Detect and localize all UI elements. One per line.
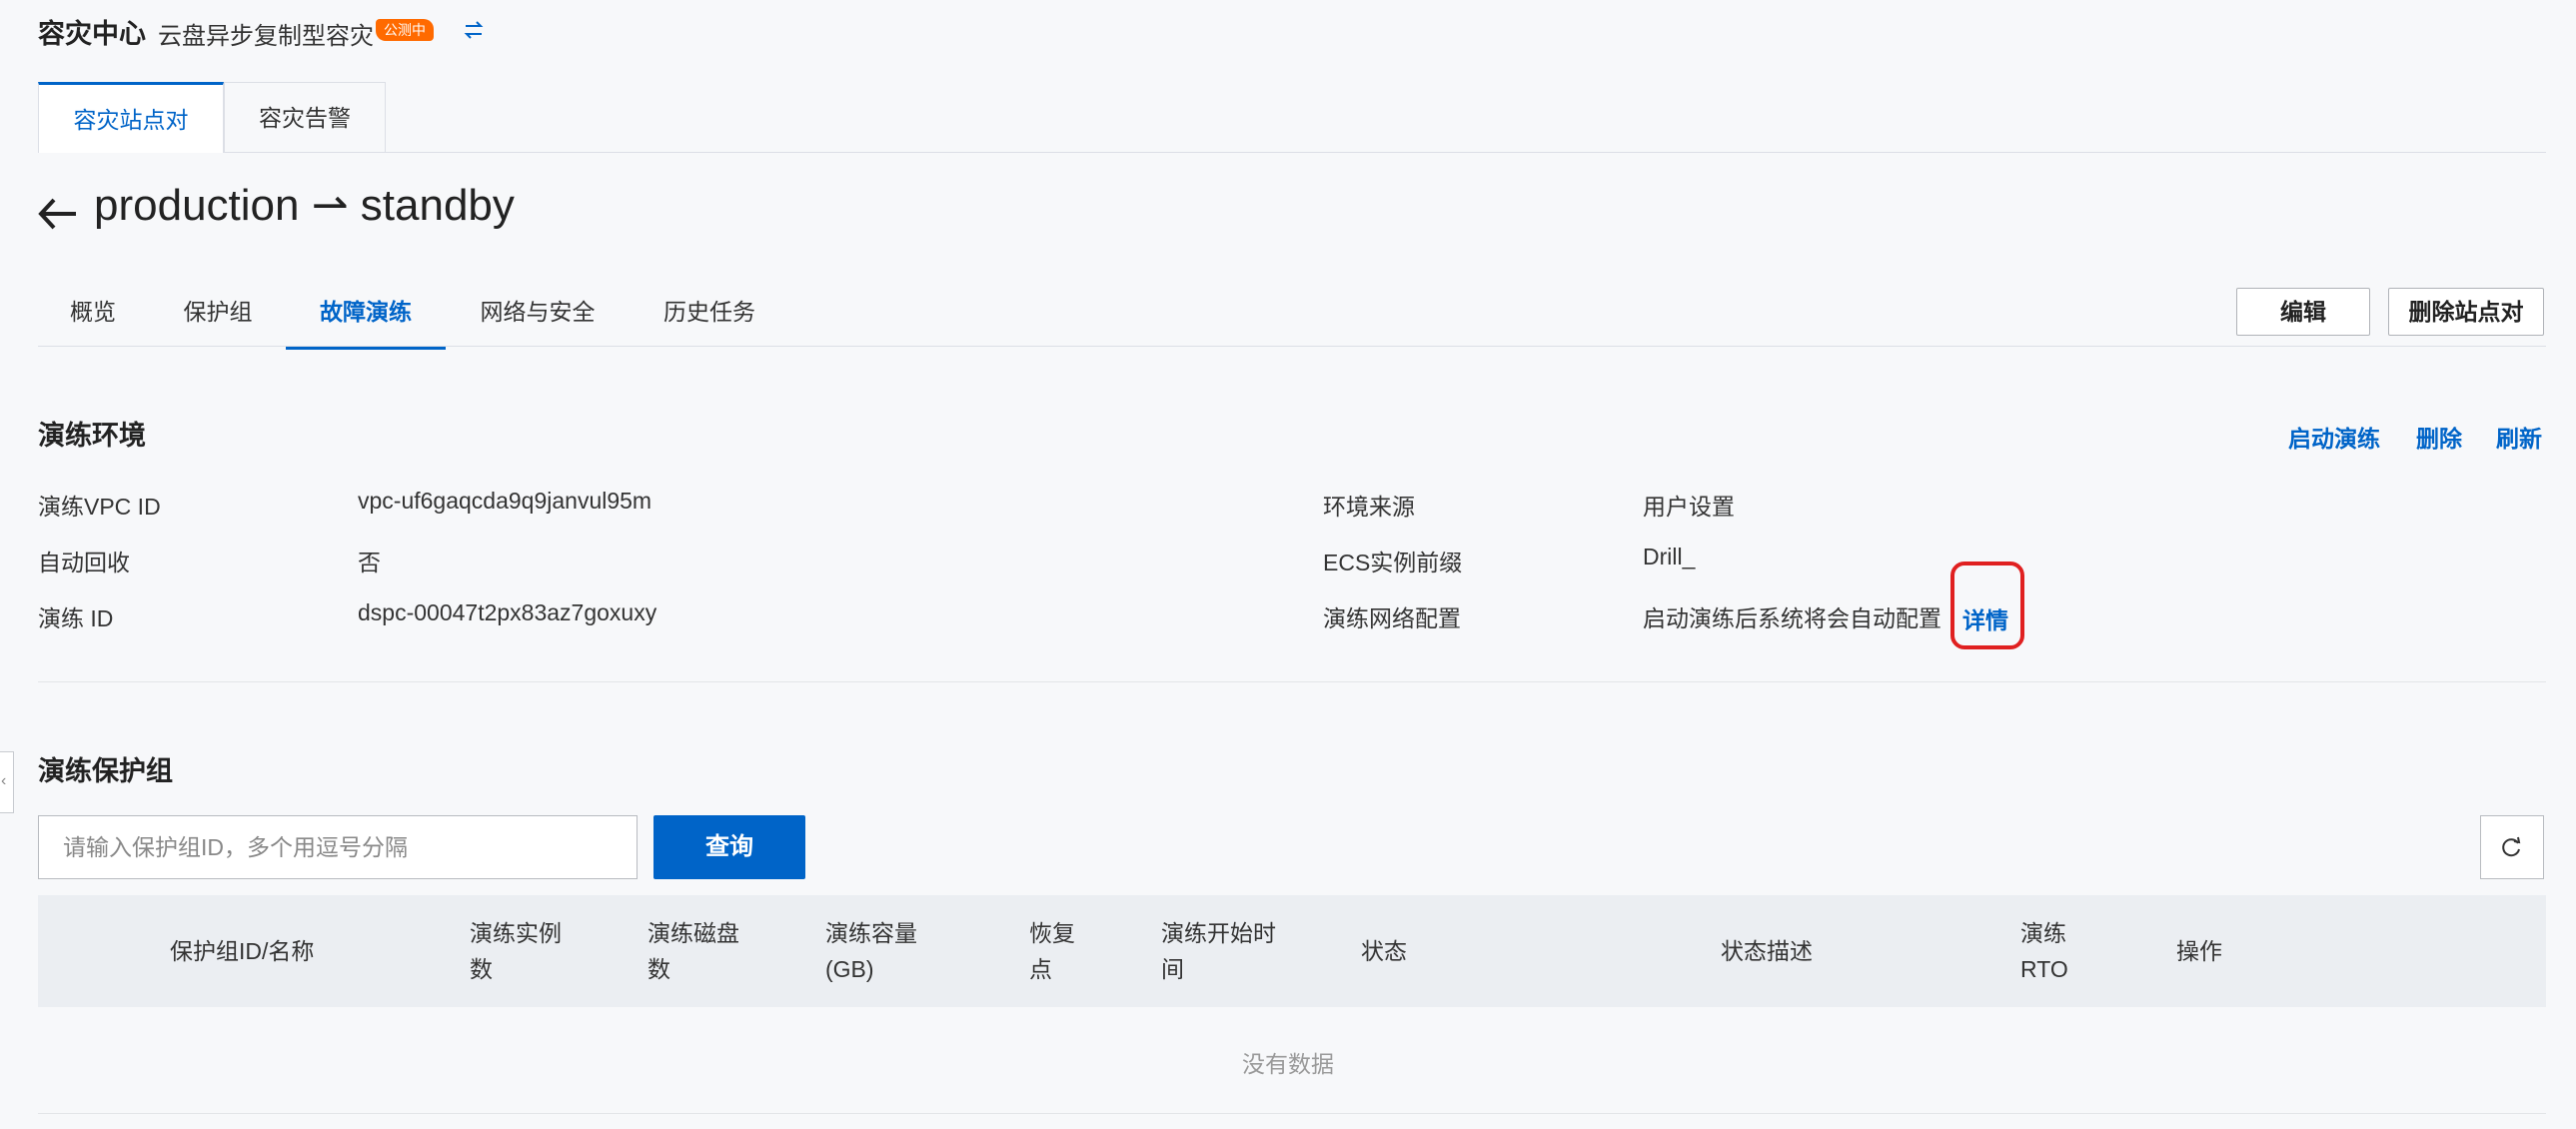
field-label-env-source: 环境来源	[1323, 494, 1415, 520]
field-label-vpc-id: 演练VPC ID	[38, 494, 161, 520]
col-status: 状态	[1361, 938, 1407, 964]
col-actions: 操作	[2176, 938, 2222, 964]
field-value-network-config: 启动演练后系统将会自动配置	[1643, 605, 1941, 631]
product-subtitle: 云盘异步复制型容灾	[158, 23, 374, 50]
search-input[interactable]	[38, 815, 638, 879]
refresh-icon	[2502, 836, 2521, 857]
refresh-link[interactable]: 刷新	[2496, 420, 2542, 454]
tab-fault-drill[interactable]: 故障演练	[286, 294, 446, 350]
field-label-drill-id: 演练 ID	[38, 605, 114, 631]
field-value-vpc-id: vpc-uf6gaqcda9q9janvul95m	[358, 488, 652, 514]
delete-link[interactable]: 删除	[2416, 420, 2462, 454]
table-bottom-divider	[38, 1113, 2546, 1114]
field-value-env-source: 用户设置	[1643, 494, 1735, 520]
col-group-id: 保护组ID/名称	[170, 938, 315, 964]
section-divider	[38, 681, 2546, 682]
empty-state-text: 没有数据	[1242, 1051, 1334, 1077]
field-label-ecs-prefix: ECS实例前缀	[1323, 550, 1463, 575]
delete-site-pair-button[interactable]: 删除站点对	[2388, 288, 2544, 336]
top-tabs-divider	[38, 152, 2546, 153]
tab-overview[interactable]: 概览	[58, 294, 128, 346]
col-start-time: 演练开始时 间	[1161, 920, 1276, 982]
table-refresh-button[interactable]	[2480, 815, 2544, 879]
drill-env-title: 演练环境	[38, 421, 146, 451]
app-title: 容灾中心	[38, 19, 146, 49]
chevron-left-icon: ‹	[1, 772, 7, 789]
beta-badge: 公测中	[376, 19, 434, 41]
field-value-ecs-prefix: Drill_	[1643, 544, 1696, 569]
field-label-auto-recycle: 自动回收	[38, 550, 130, 575]
edit-button[interactable]: 编辑	[2236, 288, 2370, 336]
switch-icon[interactable]	[460, 16, 488, 44]
col-rto: 演练 RTO	[2020, 920, 2068, 982]
page-title: production ⇀ standby	[94, 181, 515, 230]
field-label-network-config: 演练网络配置	[1323, 605, 1461, 631]
tab-alerts[interactable]: 容灾告警	[224, 82, 386, 152]
field-value-drill-id: dspc-00047t2px83az7goxuxy	[358, 599, 657, 625]
query-button[interactable]: 查询	[653, 815, 805, 879]
drill-protect-group-title: 演练保护组	[38, 756, 173, 786]
col-disk-count: 演练磁盘 数	[647, 920, 739, 982]
tab-protection-groups[interactable]: 保护组	[178, 294, 258, 346]
tab-history-tasks[interactable]: 历史任务	[659, 294, 759, 346]
tab-site-pair[interactable]: 容灾站点对	[38, 82, 224, 153]
field-value-auto-recycle: 否	[358, 550, 381, 575]
highlight-annotation	[1950, 562, 2024, 649]
table-header: 保护组ID/名称 演练实例 数 演练磁盘 数 演练容量 (GB) 恢复 点 演练…	[38, 895, 2546, 1007]
start-drill-link[interactable]: 启动演练	[2288, 420, 2380, 454]
back-arrow-icon[interactable]	[36, 192, 80, 232]
col-status-desc: 状态描述	[1721, 938, 1813, 964]
col-capacity: 演练容量 (GB)	[825, 920, 917, 982]
tab-network-security[interactable]: 网络与安全	[476, 294, 600, 346]
sidebar-toggle[interactable]: ‹	[0, 751, 14, 813]
col-restore-point: 恢复 点	[1029, 920, 1075, 982]
col-instance-count: 演练实例 数	[470, 920, 562, 982]
